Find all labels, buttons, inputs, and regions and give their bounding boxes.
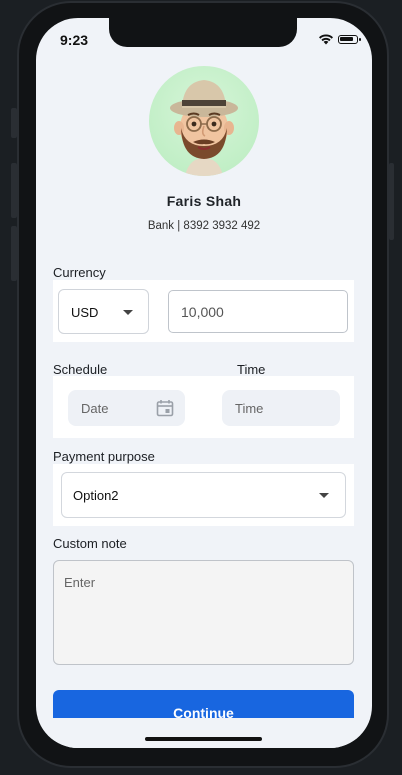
avatar	[149, 66, 259, 176]
power-button	[389, 163, 394, 240]
bottom-safe-area	[36, 718, 372, 748]
payment-purpose-select[interactable]: Option2	[61, 472, 346, 518]
schedule-label: Schedule	[53, 362, 108, 377]
app-screen: 9:23 Faris Shah Bank | 8392 3932 492 Cur…	[36, 18, 372, 748]
user-name: Faris Shah	[166, 193, 242, 209]
battery-icon	[338, 35, 361, 44]
notch	[109, 18, 297, 47]
bank-account-info: Bank | 8392 3932 492	[147, 220, 261, 232]
time-label: Time	[237, 362, 266, 377]
currency-select[interactable]: USD	[58, 289, 149, 334]
chevron-down-icon	[123, 310, 133, 315]
custom-note-label: Custom note	[53, 536, 127, 551]
purpose-value: Option2	[73, 488, 119, 503]
time-input[interactable]: Time	[222, 390, 340, 426]
date-placeholder: Date	[81, 401, 109, 416]
calendar-icon[interactable]	[156, 399, 174, 417]
amount-input[interactable]	[168, 290, 348, 333]
status-time: 9:23	[60, 32, 89, 48]
home-indicator	[145, 737, 262, 741]
currency-label: Currency	[53, 265, 106, 280]
currency-value: USD	[71, 305, 99, 320]
custom-note-textarea[interactable]: Enter	[53, 560, 354, 665]
chevron-down-icon	[319, 493, 329, 498]
memoji-avatar-icon	[170, 80, 238, 176]
wifi-icon	[319, 34, 333, 45]
note-placeholder: Enter	[64, 575, 96, 590]
date-input[interactable]: Date	[68, 390, 185, 426]
time-placeholder: Time	[235, 401, 264, 416]
payment-purpose-label: Payment purpose	[53, 449, 155, 464]
